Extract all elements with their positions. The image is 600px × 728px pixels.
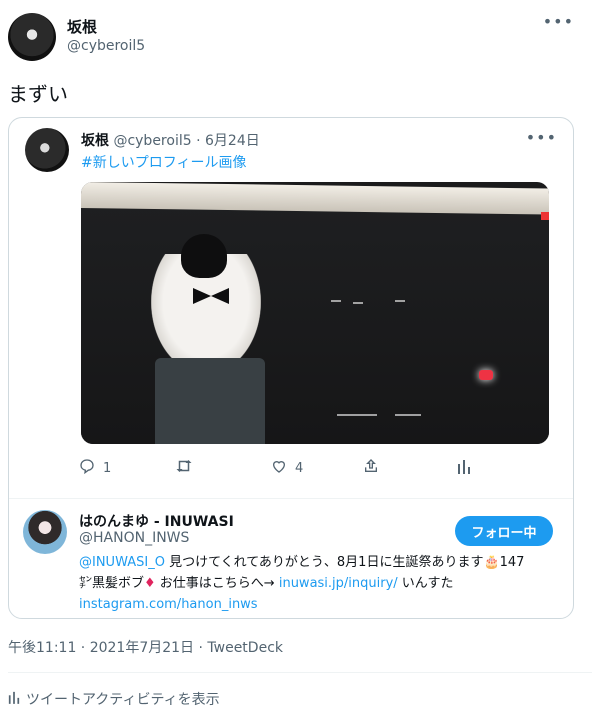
bio-mention-link[interactable]: @INUWASI_O (79, 555, 165, 570)
analytics-icon (457, 458, 471, 478)
retweet-icon (175, 458, 193, 478)
bio-text-1: 見つけてくれてありがとう、8月1日に生誕祭あります (164, 555, 484, 570)
quoted-header: 坂根 @cyberoil5 · 6月24日 (81, 130, 260, 150)
reply-icon (79, 458, 95, 478)
quoted-date[interactable]: 6月24日 (205, 133, 260, 149)
retweet-action[interactable] (175, 458, 193, 478)
bio-text-1-tail: 147 (499, 555, 525, 570)
author-avatar[interactable] (8, 13, 56, 61)
author-handle[interactable]: @cyberoil5 (67, 38, 145, 54)
reply-action[interactable]: 1 (79, 458, 111, 478)
bio-text-3: お仕事はこちらへ→ (155, 576, 279, 591)
quoted-hashtag[interactable]: #新しいプロフィール画像 (81, 152, 246, 172)
share-action[interactable] (363, 458, 379, 478)
tweet-text: まずい (8, 82, 68, 106)
follow-button[interactable]: フォロー中 (455, 516, 553, 546)
user-card-bio: @INUWASI_O 見つけてくれてありがとう、8月1日に生誕祭あります🎂147… (79, 552, 563, 615)
cake-icon: 🎂 (483, 555, 500, 570)
quoted-author-handle[interactable]: @cyberoil5 (113, 133, 191, 149)
card-divider (9, 498, 573, 499)
share-icon (363, 458, 379, 478)
activity-label: ツイートアクティビティを表示 (26, 692, 220, 708)
heart-icon (271, 458, 287, 478)
like-action[interactable]: 4 (271, 458, 303, 478)
analytics-action[interactable] (457, 458, 471, 478)
bio-text-4: いんすた (397, 576, 454, 591)
user-card-avatar[interactable] (23, 510, 67, 554)
quoted-author-avatar[interactable] (25, 128, 69, 172)
bio-text-2: ㌢黒髪ボブ (79, 576, 145, 591)
quoted-author-name[interactable]: 坂根 (81, 133, 109, 149)
tweet-activity-link[interactable]: ツイートアクティビティを表示 (8, 689, 220, 709)
quoted-more-icon[interactable]: ••• (526, 128, 557, 147)
reply-count: 1 (103, 460, 112, 476)
author-name[interactable]: 坂根 (67, 16, 97, 37)
like-count: 4 (295, 460, 304, 476)
quoted-tweet-card[interactable]: 坂根 @cyberoil5 · 6月24日 ••• #新しいプロフィール画像 1… (8, 117, 574, 619)
analytics-icon (8, 690, 20, 708)
diamond-icon: ♦ (144, 576, 156, 591)
bio-inquiry-link[interactable]: inuwasi.jp/inquiry/ (279, 576, 398, 591)
quoted-separator: · (196, 133, 201, 149)
more-icon[interactable]: ••• (543, 12, 574, 31)
quoted-photo[interactable] (81, 182, 549, 444)
tweet-timestamp[interactable]: 午後11:11 · 2021年7月21日 · TweetDeck (8, 637, 283, 657)
user-card-handle[interactable]: @HANON_INWS (79, 530, 189, 546)
user-card-name[interactable]: はのんまゆ - INUWASI (79, 511, 234, 531)
bottom-divider (8, 672, 592, 673)
bio-instagram-link[interactable]: instagram.com/hanon_inws (79, 597, 258, 612)
